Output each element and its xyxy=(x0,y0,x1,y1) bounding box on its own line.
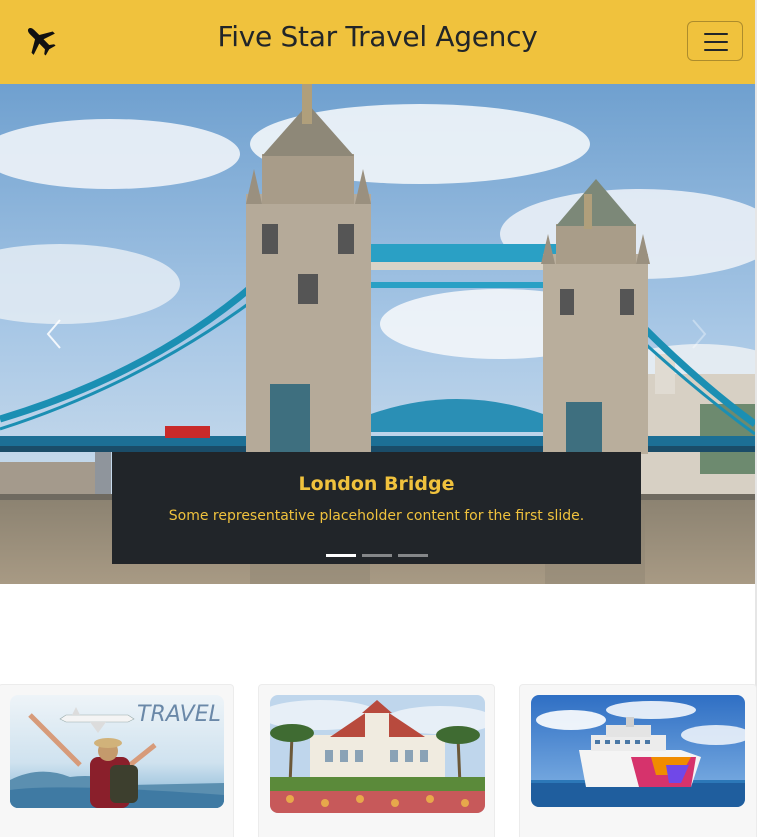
navbar-toggle-button[interactable] xyxy=(687,21,743,61)
slide-title: London Bridge xyxy=(298,473,455,495)
hero-carousel: London Bridge Some representative placeh… xyxy=(0,84,755,584)
card-resort[interactable] xyxy=(258,684,495,837)
cruise-ship-photo xyxy=(531,695,745,807)
carousel-indicator-2[interactable] xyxy=(362,554,392,557)
slide-description: Some representative placeholder content … xyxy=(168,508,585,524)
slide-caption: London Bridge Some representative placeh… xyxy=(112,452,641,564)
chevron-left-icon[interactable] xyxy=(40,314,70,354)
resort-hotel-photo xyxy=(270,695,485,813)
site-title[interactable]: Five Star Travel Agency xyxy=(0,20,755,53)
card-cruise[interactable] xyxy=(519,684,757,837)
card-travel[interactable]: TRAVEL xyxy=(0,684,234,837)
travel-overlay-text: TRAVEL xyxy=(137,702,221,727)
chevron-right-icon[interactable] xyxy=(683,314,713,354)
navbar: Five Star Travel Agency xyxy=(0,0,755,84)
carousel-indicator-3[interactable] xyxy=(398,554,428,557)
carousel-indicator-1[interactable] xyxy=(326,554,356,557)
